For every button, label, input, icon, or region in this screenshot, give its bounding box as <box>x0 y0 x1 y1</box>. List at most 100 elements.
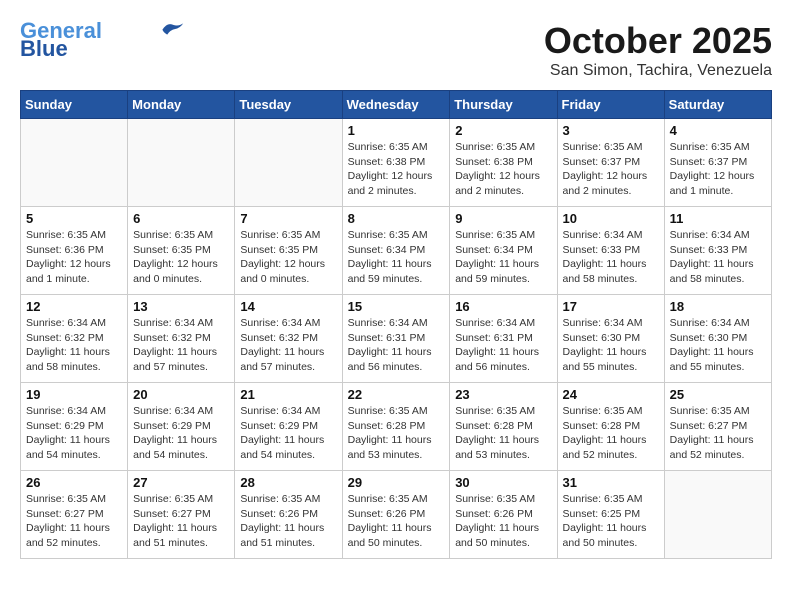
day-info: Sunrise: 6:35 AMSunset: 6:35 PMDaylight:… <box>133 228 229 287</box>
day-info: Sunrise: 6:34 AMSunset: 6:30 PMDaylight:… <box>670 316 766 375</box>
day-number: 9 <box>455 211 551 226</box>
calendar-cell: 6 Sunrise: 6:35 AMSunset: 6:35 PMDaylight… <box>128 207 235 295</box>
day-info: Sunrise: 6:35 AMSunset: 6:26 PMDaylight:… <box>240 492 336 551</box>
day-info: Sunrise: 6:35 AMSunset: 6:37 PMDaylight:… <box>670 140 766 199</box>
weekday-header-friday: Friday <box>557 91 664 119</box>
month-title: October 2025 <box>544 20 772 62</box>
calendar-cell: 26 Sunrise: 6:35 AMSunset: 6:27 PMDayligh… <box>21 471 128 559</box>
day-number: 25 <box>670 387 766 402</box>
calendar-cell <box>664 471 771 559</box>
day-info: Sunrise: 6:35 AMSunset: 6:28 PMDaylight:… <box>563 404 659 463</box>
week-row-4: 19 Sunrise: 6:34 AMSunset: 6:29 PMDayligh… <box>21 383 772 471</box>
calendar-cell: 23 Sunrise: 6:35 AMSunset: 6:28 PMDayligh… <box>450 383 557 471</box>
day-info: Sunrise: 6:34 AMSunset: 6:32 PMDaylight:… <box>240 316 336 375</box>
weekday-header-tuesday: Tuesday <box>235 91 342 119</box>
week-row-1: 1 Sunrise: 6:35 AMSunset: 6:38 PMDaylight… <box>21 119 772 207</box>
day-info: Sunrise: 6:34 AMSunset: 6:33 PMDaylight:… <box>670 228 766 287</box>
calendar-cell: 5Sunrise: 6:35 AMSunset: 6:36 PMDaylight… <box>21 207 128 295</box>
day-number: 7 <box>240 211 336 226</box>
day-number: 31 <box>563 475 659 490</box>
calendar-cell: 24 Sunrise: 6:35 AMSunset: 6:28 PMDayligh… <box>557 383 664 471</box>
calendar-cell: 21 Sunrise: 6:34 AMSunset: 6:29 PMDayligh… <box>235 383 342 471</box>
day-info: Sunrise: 6:35 AMSunset: 6:25 PMDaylight:… <box>563 492 659 551</box>
calendar-cell: 25 Sunrise: 6:35 AMSunset: 6:27 PMDayligh… <box>664 383 771 471</box>
calendar-cell: 15Sunrise: 6:34 AMSunset: 6:31 PMDayligh… <box>342 295 450 383</box>
calendar-cell: 10 Sunrise: 6:34 AMSunset: 6:33 PMDayligh… <box>557 207 664 295</box>
day-info: Sunrise: 6:34 AMSunset: 6:30 PMDaylight:… <box>563 316 659 375</box>
calendar-cell: 2Sunrise: 6:35 AMSunset: 6:38 PMDaylight… <box>450 119 557 207</box>
day-info: Sunrise: 6:35 AMSunset: 6:36 PMDaylight:… <box>26 228 122 287</box>
day-info: Sunrise: 6:34 AMSunset: 6:31 PMDaylight:… <box>455 316 551 375</box>
calendar-cell: 14 Sunrise: 6:34 AMSunset: 6:32 PMDayligh… <box>235 295 342 383</box>
day-info: Sunrise: 6:35 AMSunset: 6:37 PMDaylight:… <box>563 140 659 199</box>
location-title: San Simon, Tachira, Venezuela <box>544 62 772 80</box>
calendar-cell: 11 Sunrise: 6:34 AMSunset: 6:33 PMDayligh… <box>664 207 771 295</box>
day-number: 12 <box>26 299 122 314</box>
day-number: 3 <box>563 123 659 138</box>
day-info: Sunrise: 6:35 AMSunset: 6:27 PMDaylight:… <box>26 492 122 551</box>
calendar-cell: 28 Sunrise: 6:35 AMSunset: 6:26 PMDayligh… <box>235 471 342 559</box>
day-info: Sunrise: 6:35 AMSunset: 6:35 PMDaylight:… <box>240 228 336 287</box>
day-info: Sunrise: 6:35 AMSunset: 6:28 PMDaylight:… <box>455 404 551 463</box>
calendar-cell: 7 Sunrise: 6:35 AMSunset: 6:35 PMDaylight… <box>235 207 342 295</box>
day-info: Sunrise: 6:34 AMSunset: 6:33 PMDaylight:… <box>563 228 659 287</box>
day-number: 29 <box>348 475 445 490</box>
day-info: Sunrise: 6:35 AMSunset: 6:26 PMDaylight:… <box>455 492 551 551</box>
calendar-cell: 17 Sunrise: 6:34 AMSunset: 6:30 PMDayligh… <box>557 295 664 383</box>
calendar-cell: 27Sunrise: 6:35 AMSunset: 6:27 PMDayligh… <box>128 471 235 559</box>
day-info: Sunrise: 6:35 AMSunset: 6:34 PMDaylight:… <box>455 228 551 287</box>
day-number: 14 <box>240 299 336 314</box>
day-number: 8 <box>348 211 445 226</box>
day-info: Sunrise: 6:34 AMSunset: 6:29 PMDaylight:… <box>240 404 336 463</box>
weekday-header-row: SundayMondayTuesdayWednesdayThursdayFrid… <box>21 91 772 119</box>
day-info: Sunrise: 6:34 AMSunset: 6:29 PMDaylight:… <box>133 404 229 463</box>
day-info: Sunrise: 6:35 AMSunset: 6:27 PMDaylight:… <box>133 492 229 551</box>
day-info: Sunrise: 6:35 AMSunset: 6:27 PMDaylight:… <box>670 404 766 463</box>
day-number: 17 <box>563 299 659 314</box>
day-info: Sunrise: 6:34 AMSunset: 6:32 PMDaylight:… <box>26 316 122 375</box>
calendar-cell: 16 Sunrise: 6:34 AMSunset: 6:31 PMDayligh… <box>450 295 557 383</box>
calendar-cell: 8 Sunrise: 6:35 AMSunset: 6:34 PMDaylight… <box>342 207 450 295</box>
weekday-header-sunday: Sunday <box>21 91 128 119</box>
week-row-2: 5Sunrise: 6:35 AMSunset: 6:36 PMDaylight… <box>21 207 772 295</box>
day-number: 2 <box>455 123 551 138</box>
logo-blue: Blue <box>20 38 68 60</box>
weekday-header-thursday: Thursday <box>450 91 557 119</box>
day-info: Sunrise: 6:34 AMSunset: 6:32 PMDaylight:… <box>133 316 229 375</box>
week-row-5: 26 Sunrise: 6:35 AMSunset: 6:27 PMDayligh… <box>21 471 772 559</box>
day-number: 30 <box>455 475 551 490</box>
calendar-cell <box>21 119 128 207</box>
calendar-title-area: October 2025 San Simon, Tachira, Venezue… <box>544 20 772 80</box>
calendar-cell: 30 Sunrise: 6:35 AMSunset: 6:26 PMDayligh… <box>450 471 557 559</box>
day-info: Sunrise: 6:35 AMSunset: 6:38 PMDaylight:… <box>348 140 445 199</box>
day-info: Sunrise: 6:35 AMSunset: 6:28 PMDaylight:… <box>348 404 445 463</box>
day-number: 22 <box>348 387 445 402</box>
day-number: 21 <box>240 387 336 402</box>
day-number: 20 <box>133 387 229 402</box>
day-number: 24 <box>563 387 659 402</box>
day-number: 28 <box>240 475 336 490</box>
day-number: 6 <box>133 211 229 226</box>
logo: General Blue <box>20 20 184 60</box>
calendar-cell <box>128 119 235 207</box>
calendar-cell: 1 Sunrise: 6:35 AMSunset: 6:38 PMDaylight… <box>342 119 450 207</box>
calendar-cell: 29Sunrise: 6:35 AMSunset: 6:26 PMDayligh… <box>342 471 450 559</box>
day-number: 10 <box>563 211 659 226</box>
day-number: 4 <box>670 123 766 138</box>
day-number: 11 <box>670 211 766 226</box>
calendar-cell: 22 Sunrise: 6:35 AMSunset: 6:28 PMDayligh… <box>342 383 450 471</box>
day-info: Sunrise: 6:34 AMSunset: 6:31 PMDaylight:… <box>348 316 445 375</box>
day-info: Sunrise: 6:35 AMSunset: 6:34 PMDaylight:… <box>348 228 445 287</box>
weekday-header-saturday: Saturday <box>664 91 771 119</box>
page-header: General Blue October 2025 San Simon, Tac… <box>20 20 772 80</box>
calendar-table: SundayMondayTuesdayWednesdayThursdayFrid… <box>20 90 772 559</box>
logo-bird-icon <box>156 19 184 39</box>
day-number: 26 <box>26 475 122 490</box>
day-number: 19 <box>26 387 122 402</box>
day-number: 23 <box>455 387 551 402</box>
calendar-cell: 12 Sunrise: 6:34 AMSunset: 6:32 PMDayligh… <box>21 295 128 383</box>
weekday-header-wednesday: Wednesday <box>342 91 450 119</box>
calendar-cell: 18Sunrise: 6:34 AMSunset: 6:30 PMDayligh… <box>664 295 771 383</box>
day-number: 1 <box>348 123 445 138</box>
day-number: 16 <box>455 299 551 314</box>
